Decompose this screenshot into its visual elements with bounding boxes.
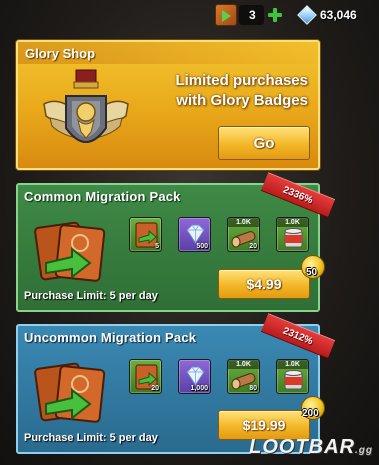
coin-value: 50	[306, 267, 318, 278]
pack-title: Common Migration Pack	[24, 189, 181, 204]
glory-shop-title: Glory Shop	[25, 46, 96, 61]
slot-top-label: 1.0K	[277, 218, 308, 227]
migration-badge-bundle-icon	[34, 362, 106, 423]
glory-badge-counter: 3	[215, 2, 283, 28]
watermark-main: LOOTBAR	[249, 436, 355, 458]
purchase-limit: Purchase Limit: 5 per day	[24, 290, 158, 302]
go-button[interactable]: Go	[218, 126, 310, 160]
slot-quantity: 500	[196, 243, 208, 250]
common-migration-pack-card: Common Migration Pack 5 500 1.0K 20 1.0K	[16, 172, 336, 312]
discount-ribbon: 2336%	[260, 172, 336, 218]
diamond-count: 63,046	[320, 8, 357, 22]
slot-top-label: 1.0K	[228, 218, 259, 227]
glory-badge-emblem-icon	[43, 69, 129, 143]
item-slot-food[interactable]: 1.0K	[276, 359, 309, 394]
slot-top-label: 1.0K	[277, 360, 308, 369]
diamond-counter: 63,046	[297, 2, 357, 28]
glory-badge-count: 3	[239, 5, 264, 25]
item-slot-wood[interactable]: 1.0K 20	[227, 217, 260, 252]
pack-title: Uncommon Migration Pack	[24, 330, 197, 345]
migration-badge-bundle-icon	[34, 221, 106, 282]
glory-shop-card: Glory Shop Limited purchases with Glory …	[16, 40, 320, 170]
diamond-icon	[297, 5, 317, 25]
watermark-suffix: .gg	[355, 445, 373, 456]
item-slot-diamond[interactable]: 1,000	[178, 359, 211, 394]
purchase-limit: Purchase Limit: 5 per day	[24, 432, 158, 444]
item-slot-wood[interactable]: 1.0K 80	[227, 359, 260, 394]
item-slot-food[interactable]: 1.0K	[276, 217, 309, 252]
item-slot-migration-badge[interactable]: 5	[129, 217, 162, 252]
slot-quantity: 20	[151, 385, 159, 392]
resource-bar: 3 63,046	[205, 2, 379, 28]
item-slot-migration-badge[interactable]: 20	[129, 359, 162, 394]
coin-value: 200	[302, 408, 319, 419]
glory-shop-description: Limited purchases with Glory Badges	[158, 71, 308, 111]
glory-badge-icon	[215, 4, 237, 26]
slot-quantity: 1,000	[190, 385, 208, 392]
uncommon-migration-pack-card: Uncommon Migration Pack 20 1,000 1.0K 80…	[16, 313, 336, 454]
slot-top-label: 1.0K	[228, 360, 259, 369]
buy-button[interactable]: $4.99	[218, 269, 310, 299]
slot-quantity: 5	[155, 243, 159, 250]
discount-ribbon: 2312%	[260, 313, 336, 359]
slot-quantity: 80	[249, 385, 257, 392]
add-glory-badge-icon[interactable]	[267, 7, 283, 23]
glory-shop-desc-line1: Limited purchases	[175, 72, 308, 89]
glory-shop-desc-line2: with Glory Badges	[176, 92, 308, 109]
item-slot-diamond[interactable]: 500	[178, 217, 211, 252]
lootbar-watermark: LOOTBAR.gg	[249, 436, 373, 459]
slot-quantity: 20	[249, 243, 257, 250]
